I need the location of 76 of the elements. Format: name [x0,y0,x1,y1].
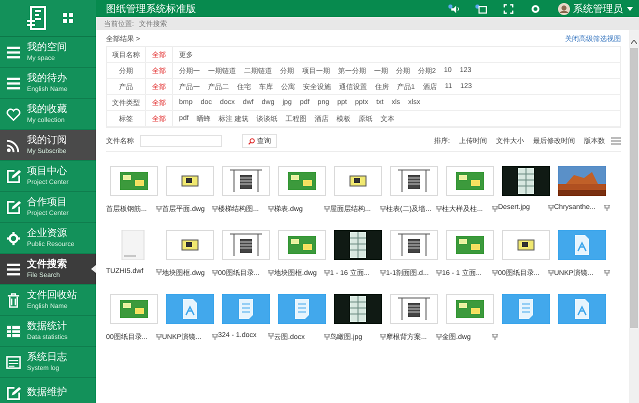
pin-icon[interactable] [212,206,218,212]
pin-icon[interactable] [212,334,218,340]
pin-icon[interactable] [324,270,330,276]
document-file-icon[interactable] [222,294,270,324]
pin-icon[interactable] [436,206,442,212]
drawing-thumbnail[interactable] [166,230,214,260]
document-file-icon[interactable] [502,294,550,324]
menu-icon [6,44,21,60]
drawing-thumbnail[interactable] [502,230,550,260]
drawing-thumbnail[interactable] [110,294,158,324]
document-file-icon[interactable] [278,294,326,324]
drawing-thumbnail[interactable] [334,166,382,196]
rss-icon [6,138,21,152]
pin-icon[interactable] [604,270,610,276]
scroll-up-icon[interactable] [631,40,637,44]
pin-icon[interactable] [212,270,218,276]
pin-icon[interactable] [324,334,330,340]
settings-icon[interactable] [529,4,542,14]
pin-icon[interactable] [268,270,274,276]
pin-icon[interactable] [268,332,274,338]
menu-icon [6,76,21,90]
trash-icon [6,292,21,308]
grid-icon [6,324,21,338]
drawing-thumbnail[interactable] [390,294,438,324]
pin-icon[interactable] [268,206,274,212]
drawing-thumbnail[interactable] [446,294,494,324]
pdf-file-icon[interactable] [558,230,606,260]
pin-icon[interactable] [492,206,498,212]
log-icon [6,354,21,370]
edit-icon [6,200,21,214]
drawing-thumbnail[interactable] [278,166,326,196]
edit-icon [6,168,21,184]
user-name[interactable]: 系统管理员 [573,2,623,16]
caret-icon[interactable] [627,6,633,10]
scrollbar[interactable] [629,30,639,403]
screen-icon[interactable] [475,4,488,14]
drawing-thumbnail[interactable] [390,230,438,260]
menu-icon [6,262,21,276]
edit-icon [6,386,21,400]
list-view-icon[interactable] [611,137,621,145]
speaker-icon[interactable] [448,4,461,14]
drawing-thumbnail[interactable] [222,230,270,260]
drawing-thumbnail[interactable] [110,166,158,196]
drawing-thumbnail[interactable] [446,230,494,260]
pin-icon[interactable] [324,206,330,212]
file-name-field[interactable] [140,135,222,147]
pin-icon[interactable] [380,270,386,276]
selection-pointer [91,265,96,273]
avatar-icon[interactable] [558,2,570,14]
app-title: 图纸管理系统标准版 [106,2,196,16]
pin-icon[interactable] [156,268,162,274]
pin-icon[interactable] [604,204,610,210]
pin-icon[interactable] [548,270,554,276]
pin-icon[interactable] [492,334,498,340]
sidebar-item[interactable]: 数据维护 [0,378,96,403]
drawing-thumbnail[interactable] [278,230,326,260]
pin-icon[interactable] [156,334,162,340]
pin-icon[interactable] [156,206,162,212]
pdf-file-icon[interactable] [558,294,606,324]
pin-icon[interactable] [380,206,386,212]
gear-icon [6,230,21,246]
scroll-thumb[interactable] [630,48,638,328]
grid-icon[interactable] [63,13,73,23]
drawing-thumbnail[interactable] [446,166,494,196]
fullscreen-icon[interactable] [502,4,515,14]
drawing-thumbnail[interactable] [166,166,214,196]
pin-icon[interactable] [436,334,442,340]
heart-icon [6,106,21,122]
drawing-thumbnail[interactable] [390,166,438,196]
pin-icon[interactable] [380,334,386,340]
search-icon [248,138,255,144]
pin-icon[interactable] [492,270,498,276]
pin-icon[interactable] [548,204,554,210]
pdf-file-icon[interactable] [166,294,214,324]
drawing-thumbnail[interactable] [222,166,270,196]
pin-icon[interactable] [436,270,442,276]
